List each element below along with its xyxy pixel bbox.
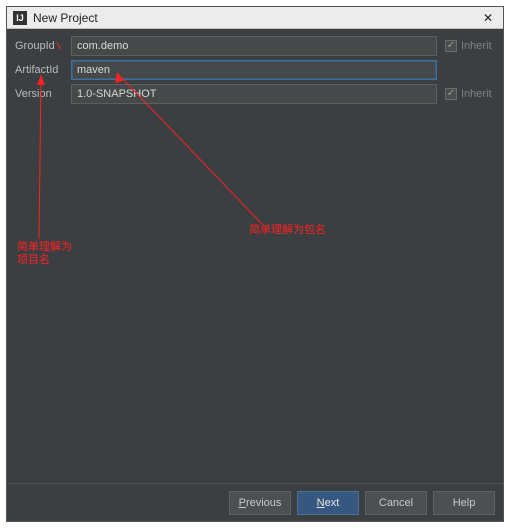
annotation-project-name-1: 简单理解为 — [17, 241, 72, 254]
next-button[interactable]: Next — [297, 491, 359, 515]
artifactid-label: ArtifactId — [15, 64, 71, 76]
inherit-label: Inherit — [461, 40, 492, 52]
version-row: Version ✓ Inherit — [15, 83, 495, 105]
annotation-package-name: 简单理解为包名 — [249, 224, 326, 237]
artifactid-row: ArtifactId In — [15, 59, 495, 81]
annotation-project-name-2: 项目名 — [17, 254, 50, 267]
inherit-label: Inherit — [461, 88, 492, 100]
checkbox-icon: ✓ — [445, 88, 457, 100]
version-inherit[interactable]: ✓ Inherit — [437, 88, 495, 100]
groupid-inherit[interactable]: ✓ Inherit — [437, 40, 495, 52]
artifactid-input[interactable] — [71, 60, 437, 80]
previous-button[interactable]: Previous — [229, 491, 291, 515]
version-label: Version — [15, 88, 71, 100]
groupid-input[interactable] — [71, 36, 437, 56]
groupid-row: GroupId ✓ Inherit — [15, 35, 495, 57]
new-project-dialog: IJ New Project ✕ GroupId ✓ Inherit Artif… — [6, 6, 504, 522]
app-icon: IJ — [13, 11, 27, 25]
dialog-content: GroupId ✓ Inherit ArtifactId In Version … — [7, 29, 503, 483]
version-input[interactable] — [71, 84, 437, 104]
titlebar: IJ New Project ✕ — [7, 7, 503, 29]
dialog-footer: Previous Next Cancel Help — [7, 483, 503, 521]
close-icon[interactable]: ✕ — [479, 9, 497, 27]
help-button[interactable]: Help — [433, 491, 495, 515]
groupid-label: GroupId — [15, 40, 71, 52]
checkbox-icon: ✓ — [445, 40, 457, 52]
window-title: New Project — [33, 11, 479, 25]
cancel-button[interactable]: Cancel — [365, 491, 427, 515]
